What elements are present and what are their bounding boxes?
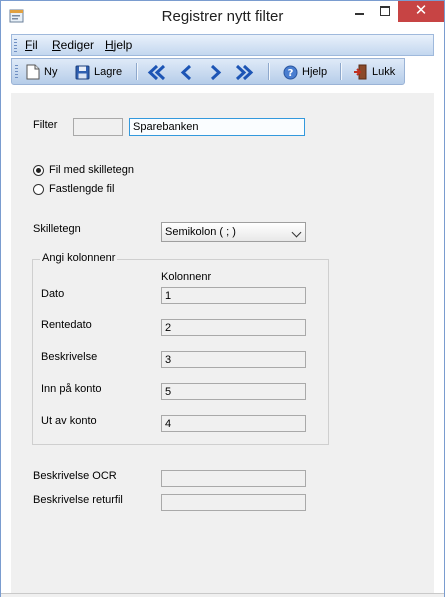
return-label: Beskrivelse returfil [33, 494, 123, 506]
menu-rediger[interactable]: Rediger [52, 38, 94, 52]
menu-hjelp[interactable]: Hjelp [105, 38, 132, 52]
toolbar: Ny Lagre ? Hjelp Lukk [11, 58, 405, 85]
save-button[interactable]: Lagre [75, 62, 122, 82]
status-bar [1, 593, 444, 597]
column-label-inn-paa-konto: Inn på konto [41, 383, 102, 395]
column-header: Kolonnenr [161, 271, 212, 283]
column-label-ut-av-konto: Ut av konto [41, 415, 97, 427]
group-title: Angi kolonnenr [40, 252, 118, 264]
toolbar-separator [268, 63, 270, 80]
help-icon: ? [283, 65, 298, 79]
ocr-field[interactable] [161, 470, 306, 487]
close-icon[interactable]: ✕ [398, 1, 444, 22]
column-label-beskrivelse: Beskrivelse [41, 351, 98, 363]
previous-record-icon[interactable] [177, 64, 197, 81]
new-button[interactable]: Ny [26, 62, 57, 82]
close-button[interactable]: Lukk [353, 62, 395, 82]
ocr-label: Beskrivelse OCR [33, 470, 117, 482]
exit-door-icon [354, 64, 367, 80]
toolbar-separator [340, 63, 342, 80]
column-section: Angi kolonnenr Kolonnenr Dato 1 Rentedat… [11, 93, 434, 593]
menu-grip-icon [14, 39, 17, 52]
maximize-icon[interactable] [372, 1, 398, 22]
svg-text:?: ? [288, 68, 294, 79]
return-field[interactable] [161, 494, 306, 511]
column-field-inn-paa-konto[interactable]: 5 [161, 383, 306, 400]
column-field-rentedato[interactable]: 2 [161, 319, 306, 336]
last-record-icon[interactable] [234, 64, 254, 81]
menu-fil[interactable]: Fil [25, 38, 38, 52]
next-record-icon[interactable] [205, 64, 225, 81]
new-document-icon [26, 64, 40, 80]
toolbar-grip-icon [15, 65, 18, 80]
app-window: Registrer nytt filter ✕ Fil Rediger Hjel… [0, 0, 445, 597]
column-label-dato: Dato [41, 288, 65, 300]
help-button[interactable]: ? Hjelp [283, 62, 327, 82]
title-bar[interactable]: Registrer nytt filter ✕ [1, 1, 444, 32]
save-disk-icon [75, 65, 90, 79]
menu-bar: Fil Rediger Hjelp [11, 34, 434, 56]
toolbar-separator [136, 63, 138, 80]
minimize-icon[interactable] [346, 1, 372, 22]
first-record-icon[interactable] [147, 64, 167, 81]
column-field-dato[interactable]: 1 [161, 287, 306, 304]
column-field-beskrivelse[interactable]: 3 [161, 351, 306, 368]
column-field-ut-av-konto[interactable]: 4 [161, 415, 306, 432]
column-label-rentedato: Rentedato [41, 319, 92, 331]
